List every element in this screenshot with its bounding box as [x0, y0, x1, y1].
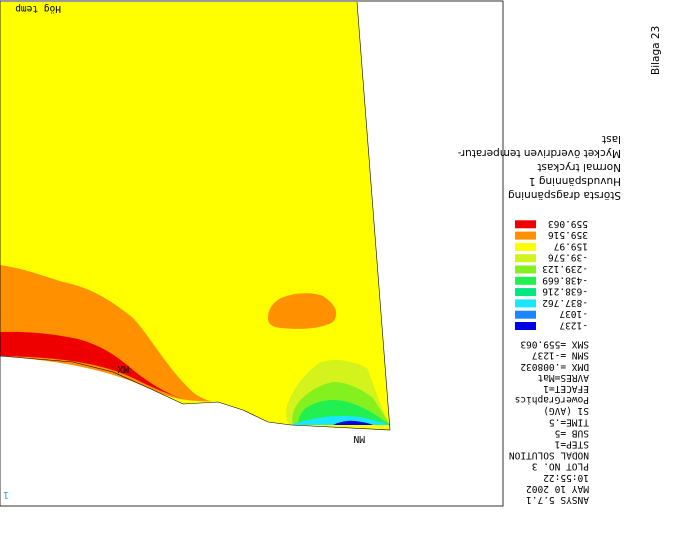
legend-swatch — [515, 220, 536, 229]
legend-label: -39.576 — [548, 252, 588, 263]
axis-triad-marker: 1 — [3, 489, 9, 500]
legend-label: 559.063 — [548, 218, 588, 229]
legend-swatch — [515, 322, 536, 330]
description-line: Normal tryckast — [537, 161, 621, 173]
ansys-info-line: EFACET=1 — [543, 383, 589, 394]
legend-swatch — [515, 254, 536, 263]
ansys-info-line: TIME=.5 — [549, 416, 589, 427]
ansys-info-block: ANSYS 5.7.1MAY 10 200210:55:22PLOT NO. 3… — [509, 339, 589, 505]
ansys-info-line: NODAL SOLUTION — [509, 450, 589, 461]
legend-swatch — [515, 276, 536, 285]
legend-label: -837.762 — [542, 297, 588, 308]
plot-svg: MN MX Hög temp 1 ANSYS 5.7.1MAY 10 20021… — [0, 0, 662, 507]
legend-label: 359.516 — [548, 229, 588, 240]
ansys-info-line: SUB =5 — [555, 427, 589, 438]
ansys-info-line: DMX =.008032 — [520, 361, 589, 372]
legend-label: -638.216 — [542, 286, 588, 297]
node-label-mn: MN — [353, 433, 365, 444]
legend-label: -1237 — [559, 320, 588, 331]
description-line: Huvudspänning 1 — [529, 175, 621, 187]
legend-label: -239.123 — [542, 263, 588, 274]
legend-label: 159.97 — [554, 240, 588, 251]
ansys-info-line: S1 (AVG) — [543, 405, 589, 416]
contour-legend: -1237-1037-837.762-638.216-438.669-239.1… — [515, 218, 588, 331]
ansys-info-line: 10:55:22 — [543, 472, 589, 483]
ansys-info-line: STEP=1 — [554, 439, 589, 450]
plot-description: Största dragspänning Huvudspänning 1 Norma… — [457, 133, 621, 201]
ansys-info-line: PLOT NO. 3 — [532, 461, 589, 472]
legend-swatch — [515, 288, 536, 297]
legend-swatch — [515, 310, 536, 319]
page-label: Bilaga 23 — [650, 26, 662, 75]
ansys-info-line: SMN =-1237 — [532, 350, 589, 361]
ansys-info-line: AVRES=Mat — [538, 372, 589, 383]
plot-title: Hög temp — [15, 3, 61, 14]
node-label-mx: MX — [117, 363, 129, 374]
legend-swatch — [515, 242, 536, 251]
legend-label: -1037 — [559, 308, 588, 319]
legend-label: -438.669 — [542, 274, 588, 285]
contour-plot — [0, 0, 504, 507]
legend-swatch — [515, 231, 536, 240]
figure-canvas: MN MX Hög temp 1 ANSYS 5.7.1 MAY 10 2002 1… — [0, 0, 673, 550]
ansys-info-line: MAY 10 2002 — [526, 483, 589, 494]
ansys-info-line: ANSYS 5.7.1 — [526, 494, 589, 505]
description-line: Mycket överdriven temperatur- — [457, 147, 621, 159]
legend-swatch — [515, 265, 536, 274]
legend-swatch — [515, 299, 536, 308]
rotated-plot-panel: MN MX Hög temp 1 ANSYS 5.7.1 MAY 10 2002 1… — [0, 0, 673, 550]
ansys-info-line: PowerGraphics — [515, 394, 589, 405]
description-line: last — [602, 133, 621, 145]
ansys-info-line: SMX =559.063 — [520, 339, 589, 350]
description-line: Största dragspänning — [508, 189, 621, 201]
